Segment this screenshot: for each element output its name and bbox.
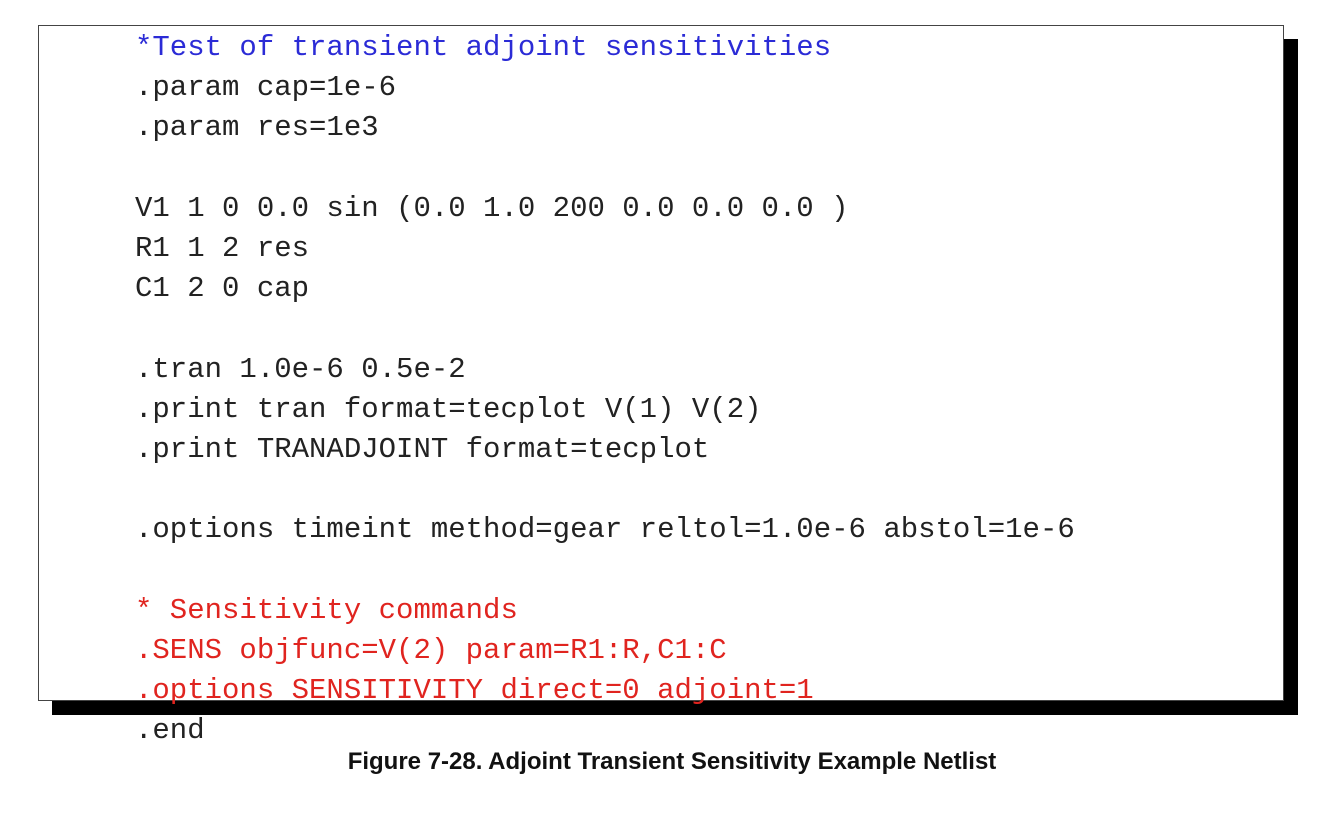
netlist-line-param-cap: .param cap=1e-6	[135, 71, 397, 105]
netlist-line-print-tranadjoint: .print TRANADJOINT format=tecplot	[135, 432, 710, 466]
netlist-line-tran: .tran 1.0e-6 0.5e-2	[135, 352, 466, 386]
netlist-line-comment-title: *Test of transient adjoint sensitivities	[135, 31, 832, 64]
netlist-line-c1: C1 2 0 cap	[135, 272, 310, 306]
netlist-line-end: .end	[135, 714, 205, 748]
netlist-line-blank	[135, 309, 1075, 349]
netlist-line-r1: R1 1 2 res	[135, 231, 310, 265]
netlist-line-blank	[135, 470, 1075, 510]
netlist-code: *Test of transient adjoint sensitivities…	[135, 28, 1075, 751]
netlist-line-options-timeint: .options timeint method=gear reltol=1.0e…	[135, 513, 1075, 547]
netlist-box: *Test of transient adjoint sensitivities…	[38, 25, 1284, 747]
netlist-line-comment-sensitivity: * Sensitivity commands	[135, 593, 518, 627]
netlist-line-print-tran: .print tran format=tecplot V(1) V(2)	[135, 392, 762, 426]
figure-caption: Figure 7-28. Adjoint Transient Sensitivi…	[347, 748, 997, 775]
netlist-line-blank	[135, 149, 1075, 189]
netlist-line-blank	[135, 550, 1075, 590]
netlist-line-param-res: .param res=1e3	[135, 111, 379, 145]
netlist-line-v1: V1 1 0 0.0 sin (0.0 1.0 200 0.0 0.0 0.0 …	[135, 191, 849, 225]
netlist-line-sens: .SENS objfunc=V(2) param=R1:R,C1:C	[135, 633, 727, 667]
netlist-line-options-sensitivity: .options SENSITIVITY direct=0 adjoint=1	[135, 674, 814, 707]
